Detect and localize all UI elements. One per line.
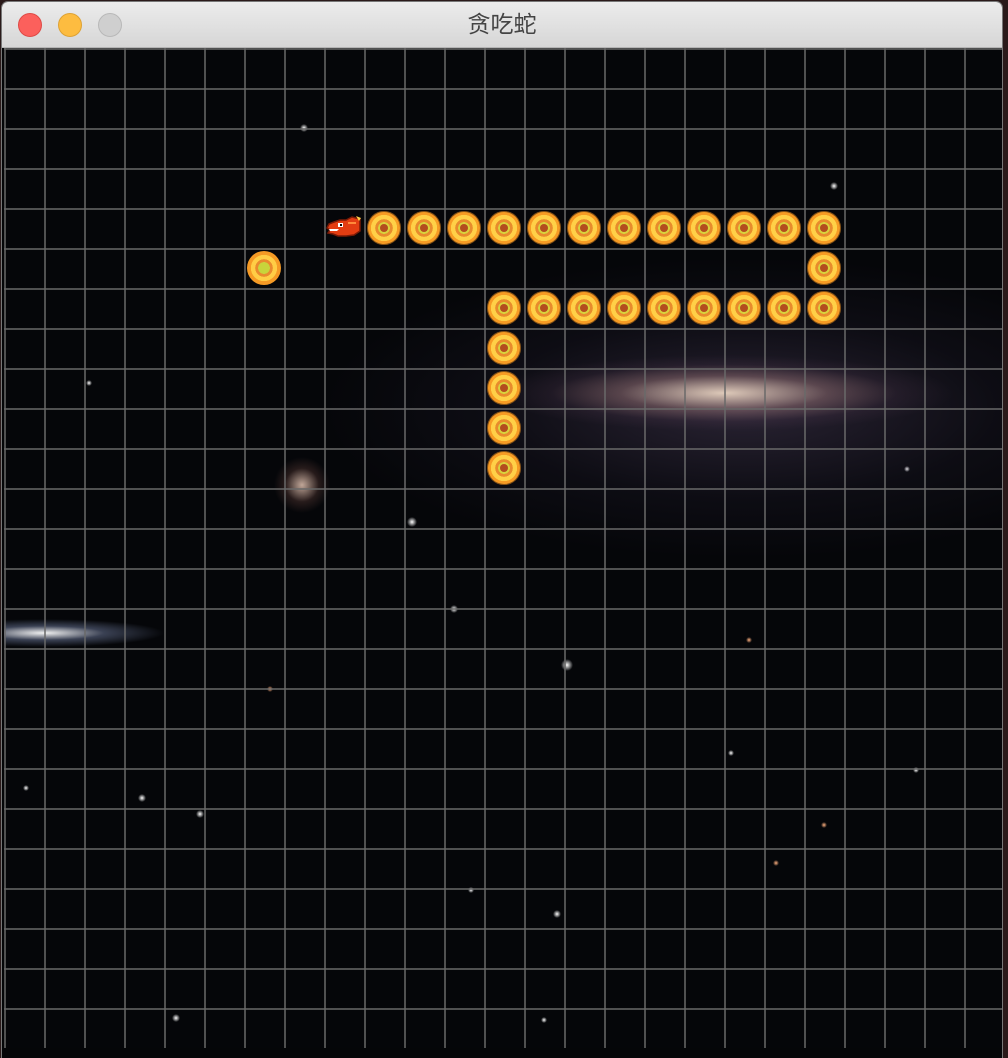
snake-body-segment bbox=[524, 288, 564, 328]
snake-body-segment bbox=[564, 208, 604, 248]
snake-body-segment bbox=[604, 288, 644, 328]
game-window: 贪吃蛇 bbox=[2, 2, 1002, 1058]
snake-body-segment bbox=[644, 208, 684, 248]
snake-body-segment bbox=[564, 288, 604, 328]
snake-body-segment bbox=[724, 208, 764, 248]
snake-body-segment bbox=[604, 208, 644, 248]
snake-body-segment bbox=[484, 288, 524, 328]
snake-body-segment bbox=[484, 208, 524, 248]
snake-body-segment bbox=[764, 288, 804, 328]
snake-body-segment bbox=[804, 248, 844, 288]
snake-body-segment bbox=[684, 288, 724, 328]
snake-body-segment bbox=[524, 208, 564, 248]
snake-body-segment bbox=[644, 288, 684, 328]
snake-body-segment bbox=[684, 208, 724, 248]
snake-body-segment bbox=[764, 208, 804, 248]
snake-body-segment bbox=[484, 368, 524, 408]
snake-body-segment bbox=[364, 208, 404, 248]
snake-body-segment bbox=[484, 328, 524, 368]
game-board[interactable] bbox=[4, 48, 1002, 1048]
snake-body-segment bbox=[404, 208, 444, 248]
dragon-head-icon bbox=[324, 208, 364, 248]
grid-lines bbox=[4, 48, 1002, 1048]
snake-body-segment bbox=[804, 288, 844, 328]
snake-body-segment bbox=[484, 448, 524, 488]
snake-body-segment bbox=[444, 208, 484, 248]
snake-body-segment bbox=[484, 408, 524, 448]
snake-body-segment bbox=[804, 208, 844, 248]
window-titlebar[interactable]: 贪吃蛇 bbox=[2, 2, 1002, 48]
window-title: 贪吃蛇 bbox=[467, 12, 537, 38]
snake-body-segment bbox=[724, 288, 764, 328]
food-orb-icon bbox=[244, 248, 284, 288]
